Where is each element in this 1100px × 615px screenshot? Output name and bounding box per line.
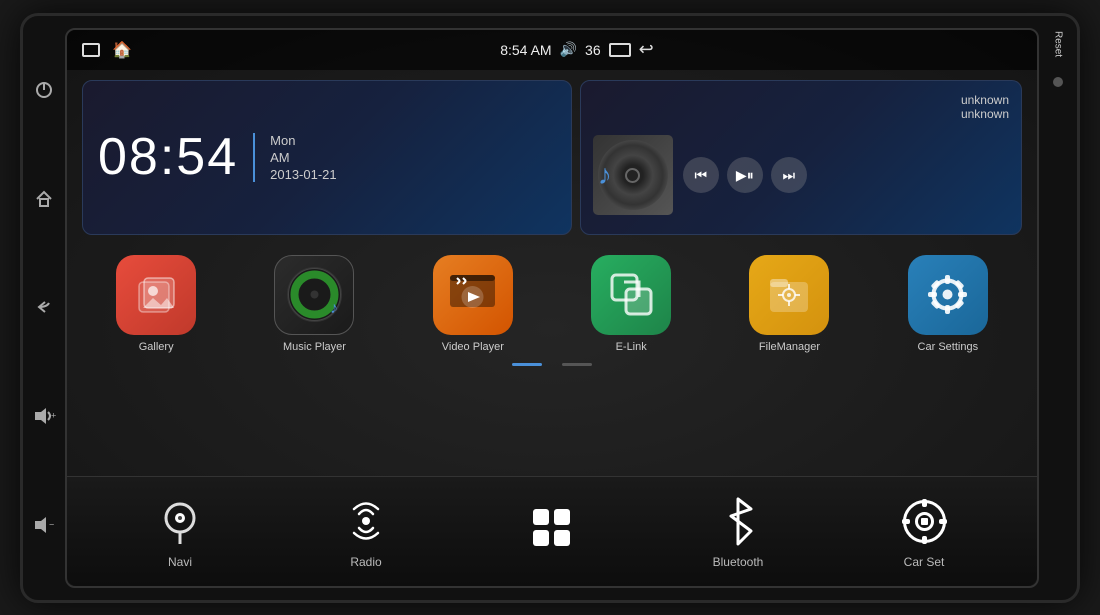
reset-button[interactable]: Reset <box>1053 31 1064 57</box>
clock-period: AM <box>270 150 337 165</box>
clock-details: Mon AM 2013-01-21 <box>253 133 337 182</box>
back-arrow-icon[interactable]: ↩ <box>639 39 654 60</box>
music-player-icon: ♪ <box>274 255 354 335</box>
widgets-row: 08:54 Mon AM 2013-01-21 unknown unknown <box>67 70 1037 245</box>
car-set-icon <box>897 494 952 549</box>
car-head-unit: + − 🏠 8:54 AM 🔊 36 ↩ <box>20 13 1080 603</box>
radio-label: Radio <box>350 555 381 569</box>
app-gallery[interactable]: Gallery <box>82 255 230 353</box>
elink-label: E-Link <box>616 341 647 353</box>
car-settings-icon <box>908 255 988 335</box>
clock-time-display: 08:54 <box>98 127 238 187</box>
music-playback-buttons: ⏮ ▶⏸ ⏭ <box>683 157 1009 193</box>
clock-widget: 08:54 Mon AM 2013-01-21 <box>82 80 572 235</box>
video-player-icon <box>433 255 513 335</box>
album-art: ♪ <box>593 135 673 215</box>
bluetooth-label: Bluetooth <box>713 555 764 569</box>
app-car-settings[interactable]: Car Settings <box>874 255 1022 353</box>
apps-grid: Gallery ♪ <box>82 250 1022 358</box>
status-left: 🏠 <box>82 40 132 60</box>
power-button[interactable] <box>30 76 58 104</box>
fast-forward-button[interactable]: ⏭ <box>771 157 807 193</box>
play-pause-button[interactable]: ▶⏸ <box>727 157 763 193</box>
music-artist: unknown <box>593 107 1009 121</box>
file-manager-label: FileManager <box>759 341 820 353</box>
bottom-navigation: Navi Radio <box>67 476 1037 586</box>
main-screen: 🏠 8:54 AM 🔊 36 ↩ 08:54 Mon <box>65 28 1039 588</box>
page-indicator <box>82 358 1022 371</box>
nav-radio[interactable]: Radio <box>273 494 459 569</box>
volume-icon: 🔊 <box>560 41 577 58</box>
music-track: unknown <box>593 93 1009 107</box>
volume-up-button[interactable]: + <box>30 402 58 430</box>
car-set-label: Car Set <box>904 555 945 569</box>
nav-navi[interactable]: Navi <box>87 494 273 569</box>
status-center: 8:54 AM 🔊 36 ↩ <box>500 39 653 60</box>
left-side-buttons: + − <box>23 16 65 600</box>
current-time: 8:54 AM <box>500 42 551 58</box>
music-widget: unknown unknown ♪ ⏮ <box>580 80 1022 235</box>
music-note-icon: ♪ <box>598 159 612 191</box>
radio-icon <box>339 494 394 549</box>
apps-section: Gallery ♪ <box>67 245 1037 476</box>
nav-home[interactable] <box>459 501 645 562</box>
svg-text:−: − <box>49 519 54 529</box>
file-manager-icon <box>749 255 829 335</box>
app-music-player[interactable]: ♪ Music Player <box>240 255 388 353</box>
bluetooth-icon <box>711 494 766 549</box>
app-file-manager[interactable]: FileManager <box>715 255 863 353</box>
page-dot-1[interactable] <box>512 363 542 366</box>
app-elink[interactable]: E-Link <box>557 255 705 353</box>
clock-date: 2013-01-21 <box>270 167 337 182</box>
nav-bluetooth[interactable]: Bluetooth <box>645 494 831 569</box>
recents-icon[interactable] <box>82 43 100 57</box>
app-video-player[interactable]: Video Player <box>399 255 547 353</box>
home-side-button[interactable] <box>30 185 58 213</box>
vinyl-center <box>625 168 640 183</box>
clock-day: Mon <box>270 133 337 148</box>
svg-text:+: + <box>51 411 56 421</box>
volume-level: 36 <box>585 42 601 58</box>
music-player-label: Music Player <box>283 341 346 353</box>
volume-down-button[interactable]: − <box>30 511 58 539</box>
back-side-button[interactable] <box>30 293 58 321</box>
music-info: unknown unknown <box>593 93 1009 121</box>
music-vinyl-icon: ♪ <box>287 267 342 322</box>
navi-icon <box>153 494 208 549</box>
car-settings-label: Car Settings <box>918 341 979 353</box>
rewind-button[interactable]: ⏮ <box>683 157 719 193</box>
apps-grid-icon <box>525 501 580 556</box>
gallery-label: Gallery <box>139 341 174 353</box>
page-dot-2[interactable] <box>562 363 592 366</box>
video-player-label: Video Player <box>442 341 504 353</box>
elink-icon <box>591 255 671 335</box>
navi-label: Navi <box>168 555 192 569</box>
gallery-icon <box>116 255 196 335</box>
right-side-buttons: Reset <box>1039 16 1077 600</box>
music-bottom: ♪ ⏮ ▶⏸ ⏭ <box>593 129 1009 222</box>
screen-icon <box>609 43 631 57</box>
nav-car-set[interactable]: Car Set <box>831 494 1017 569</box>
music-controls: ⏮ ▶⏸ ⏭ <box>683 157 1009 193</box>
status-bar: 🏠 8:54 AM 🔊 36 ↩ <box>67 30 1037 70</box>
mic-button[interactable] <box>1053 77 1063 87</box>
home-status-icon[interactable]: 🏠 <box>112 40 132 60</box>
main-content: 08:54 Mon AM 2013-01-21 unknown unknown <box>67 70 1037 586</box>
